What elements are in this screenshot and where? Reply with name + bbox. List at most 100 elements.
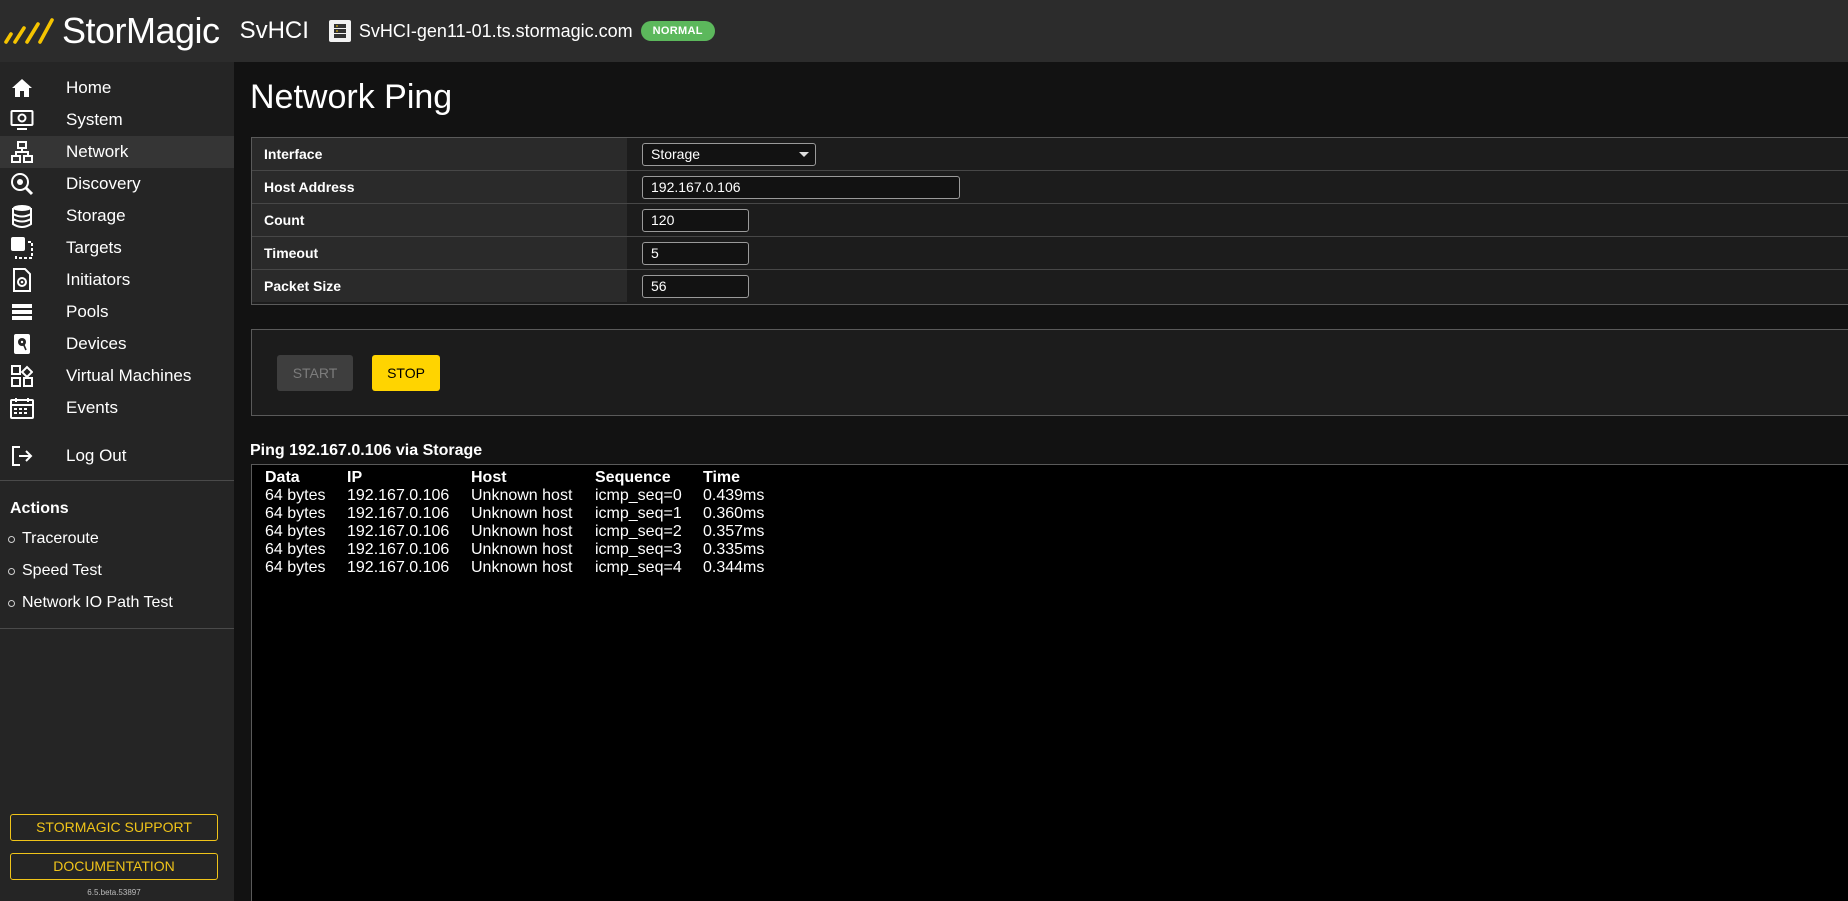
logo-mark-icon [4,18,54,44]
form-row-interface: Interface Storage [252,138,1848,171]
sidebar-item-virtual-machines[interactable]: Virtual Machines [0,360,234,392]
form-row-packet-size: Packet Size 56 [252,270,1848,303]
form-row-count: Count 120 [252,204,1848,237]
cell: 64 bytes [265,505,326,522]
host-address-input[interactable]: 192.167.0.106 [642,176,960,199]
sidebar-item-targets[interactable]: Targets [0,232,234,264]
host-address-label: Host Address [264,179,355,195]
interface-select[interactable]: Storage [642,143,816,166]
cell: 192.167.0.106 [347,505,450,522]
stormagic-support-button[interactable]: STORMAGIC SUPPORT [10,814,218,841]
bullet-icon [8,567,15,575]
sidebar-item-label: Initiators [66,270,131,289]
sidebar-item-label: Pools [66,302,109,321]
packet-size-input[interactable]: 56 [642,275,749,298]
sidebar-item-label: Discovery [66,174,141,193]
documentation-button[interactable]: DOCUMENTATION [10,853,218,880]
stormagic-logo[interactable]: StorMagic [4,10,220,52]
cell: 0.439ms [703,487,765,504]
chevron-down-icon [799,152,809,157]
page-title: Network Ping [250,78,453,116]
cell: 192.167.0.106 [347,523,450,540]
interface-value: Storage [651,146,701,162]
sidebar-item-discovery[interactable]: Discovery [0,168,234,200]
cell: 0.357ms [703,523,765,540]
cell: Unknown host [471,541,573,558]
sidebar-item-label: Virtual Machines [66,366,192,385]
cell: 192.167.0.106 [347,487,450,504]
sidebar-item-label: System [66,110,123,129]
cell: 64 bytes [265,541,326,558]
brand-name: StorMagic [62,10,220,51]
cell: Unknown host [471,487,573,504]
bullet-icon [8,599,15,607]
start-button[interactable]: START [277,355,353,391]
logout-button[interactable]: Log Out [0,440,234,472]
form-row-host: Host Address 192.167.0.106 [252,171,1848,204]
cell: icmp_seq=0 [595,487,682,504]
calendar-icon [10,396,34,420]
cell: icmp_seq=2 [595,523,682,540]
sidebar-item-system[interactable]: System [0,104,234,136]
ping-form: Interface Storage Host Address 192.167.0… [251,137,1848,305]
cell: 0.344ms [703,559,765,576]
action-speed-test[interactable]: Speed Test [8,562,102,580]
ping-output: Data IP Host Sequence Time 64 bytes 192.… [251,464,1848,901]
action-traceroute[interactable]: Traceroute [8,530,99,548]
sidebar-item-devices[interactable]: Devices [0,328,234,360]
sidebar-divider [0,628,234,629]
sidebar-item-events[interactable]: Events [0,392,234,424]
initiators-icon [10,268,34,292]
pools-icon [10,300,34,324]
sidebar-item-label: Devices [66,334,127,353]
actions-heading: Actions [10,500,69,517]
cell: icmp_seq=3 [595,541,682,558]
action-label: Network IO Path Test [22,594,173,611]
sidebar-item-network[interactable]: Network [0,136,234,168]
sidebar-item-home[interactable]: Home [0,72,234,104]
cell: icmp_seq=1 [595,505,682,522]
column-header: Host [471,469,507,486]
cell: 64 bytes [265,523,326,540]
cell: 192.167.0.106 [347,559,450,576]
controls-panel: START STOP [251,329,1848,416]
cell: 192.167.0.106 [347,541,450,558]
virtual-machines-icon [10,364,34,388]
packet-size-label: Packet Size [264,278,342,294]
count-label: Count [264,212,305,228]
stop-button[interactable]: STOP [372,355,440,391]
home-icon [10,76,34,100]
cell: 0.335ms [703,541,765,558]
timeout-input[interactable]: 5 [642,242,749,265]
form-row-timeout: Timeout 5 [252,237,1848,270]
logout-icon [10,444,34,468]
action-label: Speed Test [22,562,102,579]
logout-label: Log Out [66,446,127,465]
timeout-label: Timeout [264,245,319,261]
interface-label: Interface [264,146,323,162]
sidebar-item-pools[interactable]: Pools [0,296,234,328]
sidebar-item-label: Network [66,142,129,161]
sidebar: Home System Network Discovery Storage Ta… [0,62,234,901]
sidebar-item-label: Targets [66,238,122,257]
system-icon [10,108,34,132]
sidebar-item-storage[interactable]: Storage [0,200,234,232]
server-icon [328,20,351,42]
status-badge: NORMAL [640,21,715,41]
column-header: Time [703,469,741,486]
cell: Unknown host [471,523,573,540]
sidebar-item-initiators[interactable]: Initiators [0,264,234,296]
sidebar-item-label: Storage [66,206,126,225]
cell: icmp_seq=4 [595,559,682,576]
cell: 0.360ms [703,505,765,522]
action-label: Traceroute [22,530,99,547]
count-input[interactable]: 120 [642,209,749,232]
targets-icon [10,236,34,260]
version-label: 6.5.beta.53897 [87,888,141,897]
devices-icon [10,332,34,356]
hostname: SvHCI-gen11-01.ts.stormagic.com [358,20,633,41]
action-network-io-path-test[interactable]: Network IO Path Test [8,594,173,612]
discovery-icon [10,172,34,196]
column-header: IP [347,469,363,486]
product-name: SvHCI [239,17,309,44]
